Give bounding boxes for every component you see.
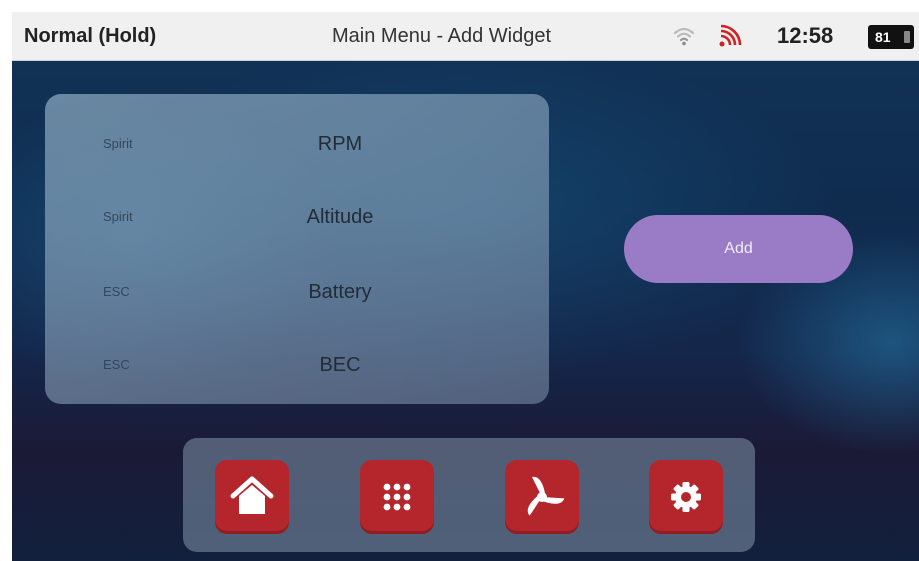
flight-mode-label[interactable]: Normal (Hold) <box>24 25 156 48</box>
widget-name: BEC <box>319 354 361 376</box>
list-item[interactable]: Spirit RPM <box>45 109 549 179</box>
battery-icon <box>904 31 910 43</box>
settings-gear-icon <box>671 482 701 512</box>
widget-list: Spirit RPM Spirit Altitude ESC Battery E… <box>45 94 549 404</box>
bottom-dock <box>183 438 755 552</box>
home-button[interactable] <box>215 460 289 534</box>
apps-grid-icon <box>383 483 411 511</box>
wifi-icon <box>673 27 695 46</box>
status-bar: Normal (Hold) Main Menu - Add Widget 12:… <box>12 12 919 61</box>
widget-source: ESC <box>103 284 130 299</box>
page-title: Main Menu - Add Widget <box>332 25 551 47</box>
apps-button[interactable] <box>360 460 434 534</box>
widget-source: ESC <box>103 357 130 372</box>
signal-icon <box>719 24 742 47</box>
widget-name: RPM <box>317 133 363 155</box>
settings-button[interactable] <box>649 460 723 534</box>
battery-level: 81 <box>875 29 891 45</box>
battery-indicator: 81 <box>868 25 914 49</box>
propeller-icon <box>527 476 565 516</box>
widget-source: Spirit <box>103 209 133 224</box>
widget-source: Spirit <box>103 136 133 151</box>
widget-name: Altitude <box>306 206 374 228</box>
home-icon <box>230 476 274 514</box>
model-button[interactable] <box>505 460 579 534</box>
clock: 12:58 <box>777 23 834 48</box>
add-button[interactable]: Add <box>624 215 853 283</box>
list-item[interactable]: Spirit Altitude <box>45 182 549 252</box>
widget-name: Battery <box>308 281 372 303</box>
list-item[interactable]: ESC BEC <box>45 330 549 400</box>
list-item[interactable]: ESC Battery <box>45 257 549 327</box>
app-screen: Normal (Hold) Main Menu - Add Widget 12:… <box>12 12 919 561</box>
